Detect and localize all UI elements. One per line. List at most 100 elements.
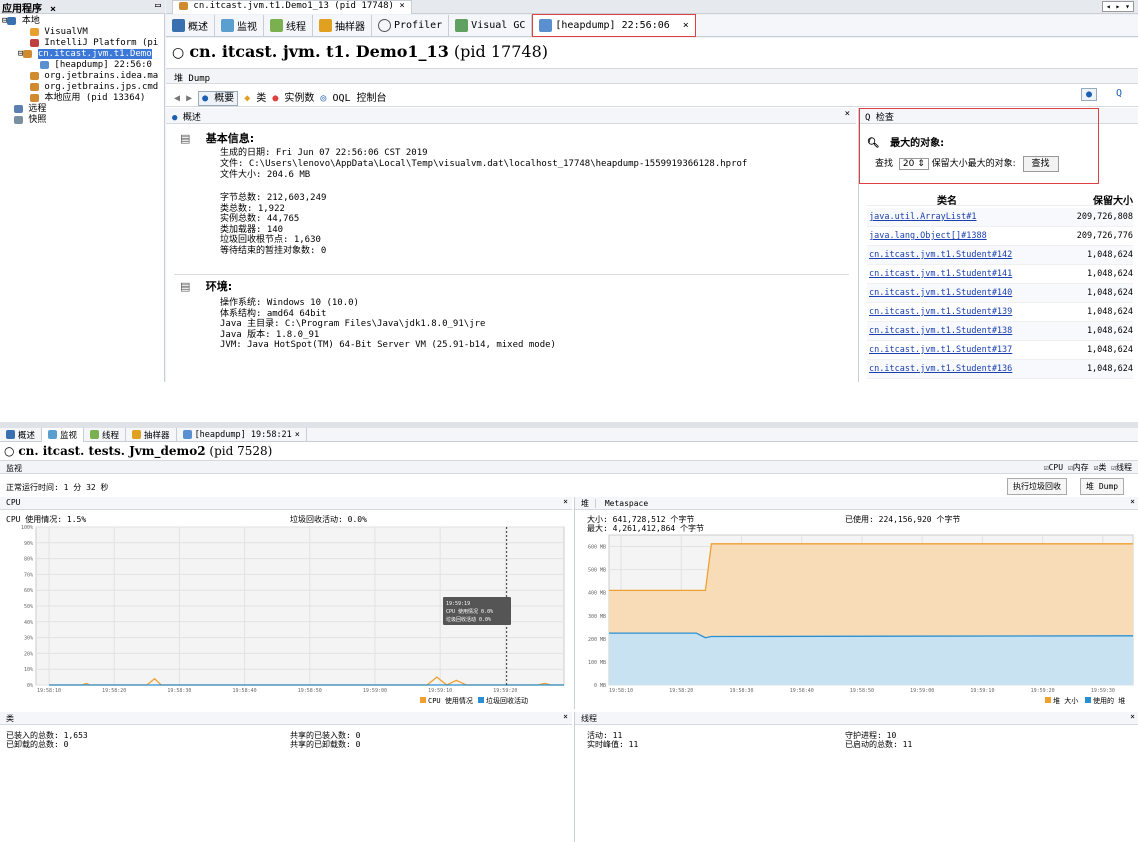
oql-button[interactable]: ◎ OQL 控制台: [320, 93, 386, 104]
document-tab[interactable]: cn.itcast.jvm.t1.Demo1_13 (pid 17748) ×: [172, 0, 412, 14]
x-tick-label: 19:58:20: [669, 688, 693, 694]
env-list: 操作系统: Windows 10 (10.0) 体系结构: amd64 64bi…: [220, 298, 556, 351]
tab-overview[interactable]: 概述: [0, 427, 43, 442]
sidebar-close-icon[interactable]: ×: [50, 4, 56, 15]
result-row[interactable]: cn.itcast.jvm.t1.Student#142 1,048,624: [867, 246, 1133, 265]
monitor-icon: [48, 430, 58, 439]
heap-panel: 堆 Metaspace × 大小: 641,728,512 个字节 最大: 4,…: [574, 497, 1138, 709]
tree-visualvm[interactable]: VisualVM: [0, 27, 165, 38]
forward-icon[interactable]: ▶: [186, 93, 192, 104]
basic-info-list: 生成的日期: Fri Jun 07 22:56:06 CST 2019 文件: …: [220, 148, 850, 181]
result-retained-size: 1,048,624: [1086, 250, 1133, 260]
tree-idea[interactable]: org.jetbrains.idea.ma: [0, 71, 165, 82]
result-class-link[interactable]: java.lang.Object[]#1388: [869, 231, 987, 241]
checkbox-threads[interactable]: ☑线程: [1111, 463, 1132, 472]
result-class-link[interactable]: cn.itcast.jvm.t1.Student#137: [869, 345, 1012, 355]
result-retained-size: 1,048,624: [1086, 345, 1133, 355]
summary-button[interactable]: ● 概要: [198, 91, 239, 106]
instances-button[interactable]: ● 实例数: [272, 93, 314, 104]
tab-threads[interactable]: 线程: [264, 14, 313, 37]
info-icon: ●: [202, 93, 209, 104]
result-row[interactable]: cn.itcast.jvm.t1.Student#137 1,048,624: [867, 341, 1133, 360]
heapdump-content: ○ cn. itcast. jvm. t1. Demo1_13 (pid 177…: [166, 38, 1138, 382]
legend-label: 使用的 堆: [1093, 696, 1125, 705]
checkbox-cpu[interactable]: ☑CPU: [1044, 463, 1063, 472]
result-class-link[interactable]: cn.itcast.jvm.t1.Student#136: [869, 364, 1012, 374]
tab-nav-icon[interactable]: ◂ ▸ ▾: [1101, 1, 1134, 12]
tree-snapshots[interactable]: 快照: [0, 115, 165, 126]
tab-visual-gc[interactable]: Visual GC: [449, 14, 533, 37]
count-spinner[interactable]: 20 ⇕: [898, 158, 929, 170]
legend-swatch: [478, 697, 484, 703]
result-retained-size: 209,726,776: [1076, 231, 1133, 241]
tab-overview[interactable]: 概述: [166, 14, 215, 37]
y-tick-label: 500 MB: [588, 568, 606, 574]
overview-icon: [6, 430, 15, 439]
perform-gc-button[interactable]: 执行垃圾回收: [1007, 478, 1067, 495]
result-row[interactable]: cn.itcast.jvm.t1.Student#139 1,048,624: [867, 303, 1133, 322]
tab-sampler[interactable]: 抽样器: [126, 427, 177, 442]
find-button[interactable]: 查找: [1022, 156, 1059, 172]
search-icon[interactable]: Q: [1116, 88, 1122, 99]
sidebar-title: 应用程序: [2, 4, 42, 15]
classes-panel: 类 × 已装入的总数: 1,653 已卸载的总数: 0 共享的已装入数: 0 共享…: [0, 712, 572, 842]
refresh-icon: ○: [4, 444, 15, 458]
tree-local-app[interactable]: 本地应用 (pid 13364): [0, 93, 165, 104]
tree-demo[interactable]: ⊟ cn.itcast.jvm.t1.Demo: [0, 49, 165, 60]
peak-threads: 实时峰值: 11: [587, 740, 639, 749]
classes-button[interactable]: ◆ 类: [244, 93, 266, 104]
heap-toolbar: ◀ ▶ ● 概要 ◆ 类 ● 实例数 ◎ OQL 控制台 ● Q: [166, 85, 1138, 107]
tree-intellij[interactable]: IntelliJ Platform (pi: [0, 38, 165, 49]
tab-heap[interactable]: 堆: [581, 499, 596, 508]
x-tick-label: 19:59:20: [1031, 688, 1055, 694]
result-class-link[interactable]: cn.itcast.jvm.t1.Student#139: [869, 307, 1012, 317]
started-threads: 已启动的总数: 11: [845, 740, 913, 749]
x-tick-label: 19:59:20: [493, 688, 517, 694]
result-row[interactable]: java.lang.Object[]#1388 209,726,776: [867, 227, 1133, 246]
tab-monitor[interactable]: 监视: [42, 427, 85, 442]
result-class-link[interactable]: cn.itcast.jvm.t1.Student#141: [869, 269, 1012, 279]
back-icon[interactable]: ◀: [174, 93, 180, 104]
result-row[interactable]: cn.itcast.jvm.t1.Student#140 1,048,624: [867, 284, 1133, 303]
tab-metaspace[interactable]: Metaspace: [601, 499, 648, 508]
heap-dump-button[interactable]: 堆 Dump: [1080, 478, 1125, 495]
tab-monitor[interactable]: 监视: [215, 14, 264, 37]
tree-heapdump[interactable]: [heapdump] 22:56:0: [0, 60, 165, 71]
env-title: ▤ 环境:: [180, 280, 233, 293]
result-row[interactable]: cn.itcast.jvm.t1.Student#136 1,048,624: [867, 360, 1133, 379]
result-retained-size: 1,048,624: [1086, 288, 1133, 298]
result-row[interactable]: java.util.ArrayList#1 209,726,808: [867, 208, 1133, 227]
x-tick-label: 19:58:50: [850, 688, 874, 694]
close-icon[interactable]: ×: [1130, 497, 1135, 506]
bottom-page-title: ○ cn. itcast. tests. Jvm_demo2 (pid 7528…: [4, 444, 273, 458]
sub-tabbar: 概述 监视 线程 抽样器 Profiler Visual GC [heapdum…: [166, 14, 1138, 37]
info-icon: ●: [172, 113, 178, 123]
close-icon[interactable]: ×: [563, 497, 568, 506]
close-icon[interactable]: ×: [845, 109, 850, 119]
result-class-link[interactable]: cn.itcast.jvm.t1.Student#138: [869, 326, 1012, 336]
result-class-link[interactable]: cn.itcast.jvm.t1.Student#140: [869, 288, 1012, 298]
tab-heapdump[interactable]: [heapdump] 22:56:06 ×: [532, 14, 696, 37]
checkbox-classes[interactable]: ☑类: [1094, 463, 1107, 472]
close-icon[interactable]: ×: [1130, 712, 1135, 721]
close-icon[interactable]: ×: [563, 712, 568, 721]
minimize-icon[interactable]: ▭: [155, 0, 161, 11]
tree-local[interactable]: ⊟ 本地: [0, 16, 165, 27]
tree-remote[interactable]: 远程: [0, 104, 165, 115]
result-class-link[interactable]: cn.itcast.jvm.t1.Student#142: [869, 250, 1012, 260]
stats-list: 字节总数: 212,603,249 类总数: 1,922 实例总数: 44,76…: [220, 193, 326, 256]
tab-heapdump[interactable]: [heapdump] 19:58:21 ×: [177, 427, 307, 442]
x-tick-label: 19:59:10: [970, 688, 994, 694]
info-button[interactable]: ●: [1081, 88, 1098, 101]
classes-icon: ◆: [244, 93, 251, 104]
result-class-link[interactable]: java.util.ArrayList#1: [869, 212, 976, 222]
tab-threads[interactable]: 线程: [84, 427, 127, 442]
result-row[interactable]: cn.itcast.jvm.t1.Student#141 1,048,624: [867, 265, 1133, 284]
tab-sampler[interactable]: 抽样器: [313, 14, 372, 37]
checkbox-memory[interactable]: ☑内存: [1068, 463, 1089, 472]
result-row[interactable]: cn.itcast.jvm.t1.Student#138 1,048,624: [867, 322, 1133, 341]
result-retained-size: 1,048,624: [1086, 326, 1133, 336]
tree-jps[interactable]: org.jetbrains.jps.cmd: [0, 82, 165, 93]
tab-profiler[interactable]: Profiler: [372, 14, 450, 37]
cpu-usage-label: CPU 使用情况: 1.5%: [6, 515, 87, 524]
